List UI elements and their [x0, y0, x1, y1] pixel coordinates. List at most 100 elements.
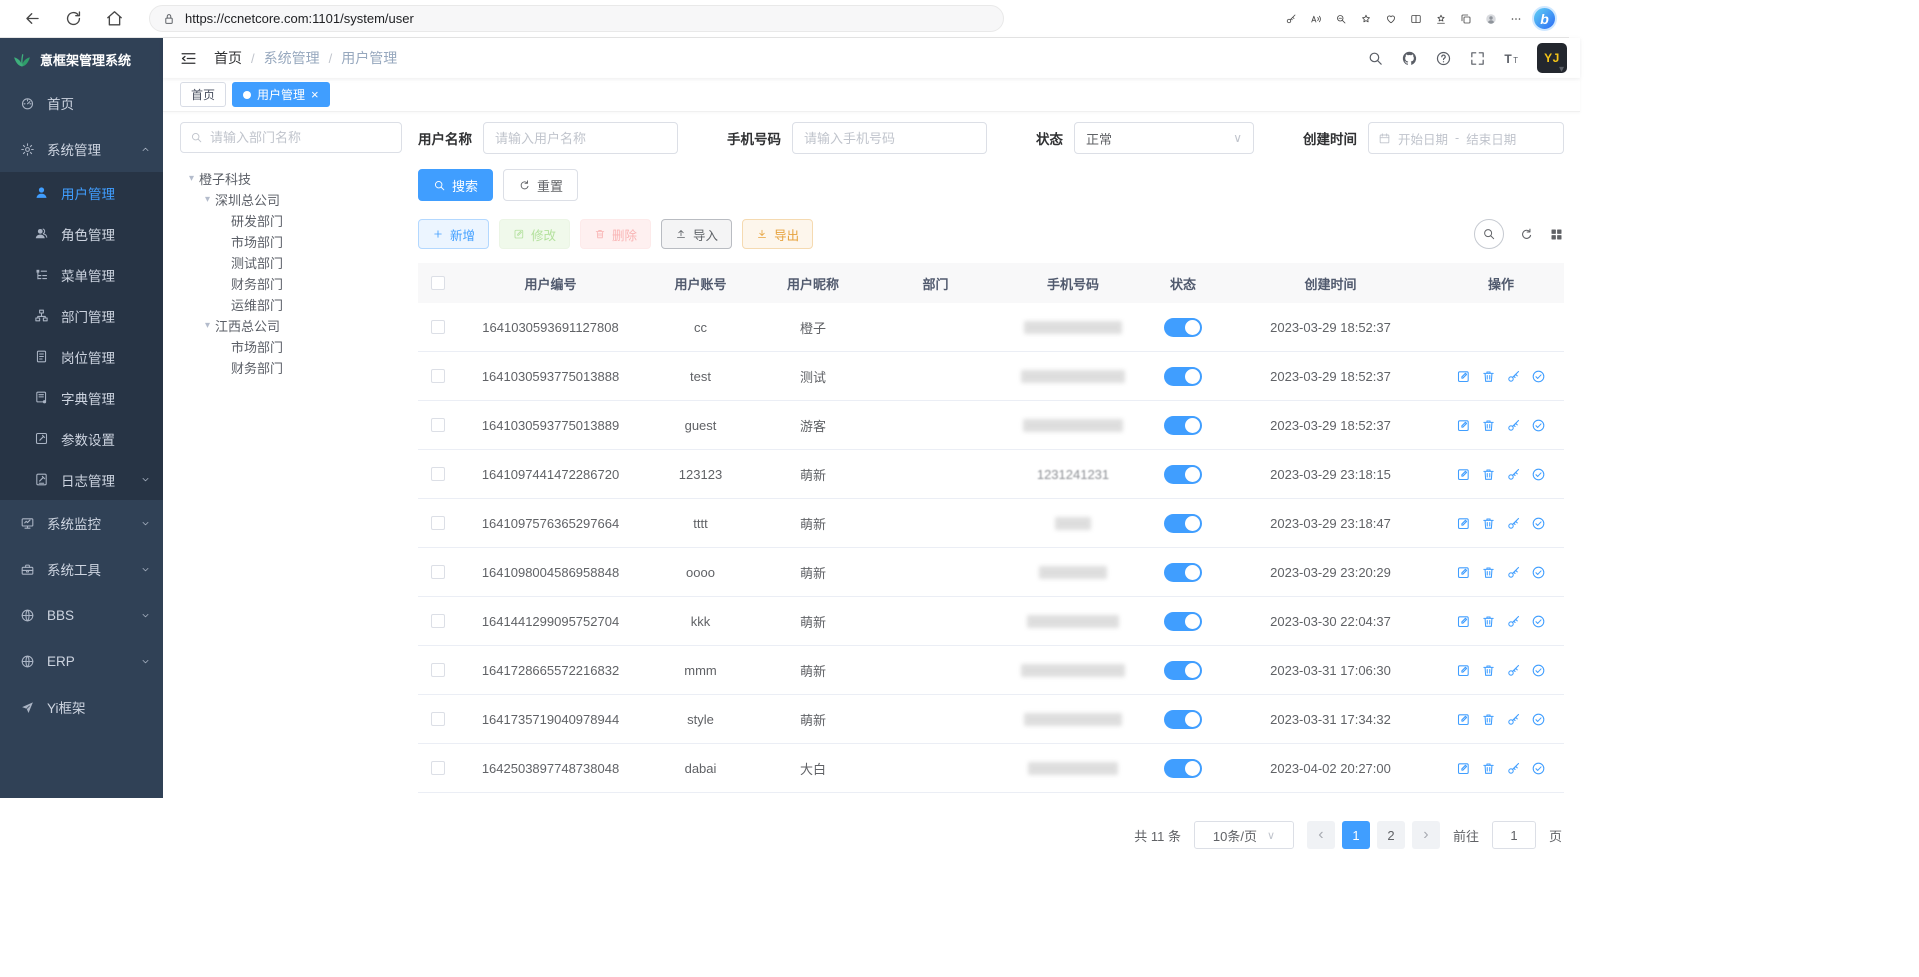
avatar-caret-icon[interactable]: ▾: [1559, 64, 1564, 78]
delete-action-icon[interactable]: [1481, 467, 1496, 482]
next-page-button[interactable]: ›: [1412, 821, 1440, 849]
breadcrumb-item[interactable]: 系统管理: [264, 48, 320, 68]
tree-node[interactable]: ▾橙子科技: [180, 168, 402, 189]
assign-role-action-icon[interactable]: [1531, 614, 1546, 629]
reset-password-action-icon[interactable]: [1506, 565, 1521, 580]
assign-role-action-icon[interactable]: [1531, 516, 1546, 531]
refresh-tool-icon[interactable]: [1519, 227, 1534, 242]
address-bar[interactable]: https://ccnetcore.com:1101/system/user: [149, 5, 1004, 32]
home-icon[interactable]: [105, 9, 124, 28]
edit-action-icon[interactable]: [1456, 467, 1471, 482]
status-toggle[interactable]: [1164, 612, 1202, 631]
status-toggle[interactable]: [1164, 465, 1202, 484]
edit-action-icon[interactable]: [1456, 369, 1471, 384]
search-button[interactable]: 搜索: [418, 169, 493, 201]
row-checkbox[interactable]: [431, 369, 445, 383]
phone-input[interactable]: [792, 122, 987, 154]
tab-user-management[interactable]: 用户管理 ×: [232, 82, 330, 107]
favorite-add-icon[interactable]: [1357, 10, 1375, 28]
breadcrumb-item[interactable]: 首页: [214, 48, 242, 68]
edit-button[interactable]: 修改: [499, 219, 570, 249]
row-checkbox[interactable]: [431, 320, 445, 334]
delete-action-icon[interactable]: [1481, 663, 1496, 678]
export-button[interactable]: 导出: [742, 219, 813, 249]
grid-tool-icon[interactable]: [1549, 227, 1564, 242]
tree-node[interactable]: ▾测试部门: [180, 252, 402, 273]
reset-password-action-icon[interactable]: [1506, 712, 1521, 727]
sidebar-item-yiframe[interactable]: Yi框架: [0, 684, 163, 730]
assign-role-action-icon[interactable]: [1531, 712, 1546, 727]
row-checkbox[interactable]: [431, 614, 445, 628]
add-button[interactable]: 新增: [418, 219, 489, 249]
edit-action-icon[interactable]: [1456, 418, 1471, 433]
import-button[interactable]: 导入: [661, 219, 732, 249]
collections-icon[interactable]: [1457, 10, 1475, 28]
reset-password-action-icon[interactable]: [1506, 418, 1521, 433]
reset-password-action-icon[interactable]: [1506, 516, 1521, 531]
sidebar-item-home[interactable]: 首页: [0, 80, 163, 126]
assign-role-action-icon[interactable]: [1531, 467, 1546, 482]
tree-node[interactable]: ▾运维部门: [180, 294, 402, 315]
prev-page-button[interactable]: ‹: [1307, 821, 1335, 849]
row-checkbox[interactable]: [431, 565, 445, 579]
assign-role-action-icon[interactable]: [1531, 663, 1546, 678]
status-toggle[interactable]: [1164, 759, 1202, 778]
status-toggle[interactable]: [1164, 514, 1202, 533]
page-button-1[interactable]: 1: [1342, 821, 1370, 849]
date-range-picker[interactable]: 开始日期 - 结束日期: [1368, 122, 1564, 154]
edit-action-icon[interactable]: [1456, 663, 1471, 678]
back-icon[interactable]: [23, 9, 42, 28]
tree-node[interactable]: ▾江西总公司: [180, 315, 402, 336]
tree-node[interactable]: ▾财务部门: [180, 357, 402, 378]
question-icon[interactable]: [1435, 50, 1452, 67]
tree-node[interactable]: ▾市场部门: [180, 231, 402, 252]
search-icon[interactable]: [1367, 50, 1384, 67]
profile-icon[interactable]: [1482, 10, 1500, 28]
copilot-icon[interactable]: b: [1532, 6, 1557, 31]
edit-action-icon[interactable]: [1456, 516, 1471, 531]
sidebar-item-bbs[interactable]: BBS: [0, 592, 163, 638]
sidebar-item-tools[interactable]: 系统工具: [0, 546, 163, 592]
assign-role-action-icon[interactable]: [1531, 418, 1546, 433]
sidebar-item-param[interactable]: 参数设置: [0, 418, 163, 459]
breadcrumb-item[interactable]: 用户管理: [341, 48, 397, 68]
delete-action-icon[interactable]: [1481, 369, 1496, 384]
reset-password-action-icon[interactable]: [1506, 663, 1521, 678]
page-button-2[interactable]: 2: [1377, 821, 1405, 849]
delete-action-icon[interactable]: [1481, 761, 1496, 776]
more-icon[interactable]: [1507, 10, 1525, 28]
tree-node[interactable]: ▾研发部门: [180, 210, 402, 231]
department-search[interactable]: [180, 122, 402, 153]
delete-action-icon[interactable]: [1481, 516, 1496, 531]
key-icon[interactable]: [1282, 10, 1300, 28]
sidebar-item-dict[interactable]: 字典管理: [0, 377, 163, 418]
row-checkbox[interactable]: [431, 467, 445, 481]
delete-action-icon[interactable]: [1481, 614, 1496, 629]
reload-icon[interactable]: [64, 9, 83, 28]
tree-node[interactable]: ▾市场部门: [180, 336, 402, 357]
github-icon[interactable]: [1401, 50, 1418, 67]
status-toggle[interactable]: [1164, 563, 1202, 582]
status-toggle[interactable]: [1164, 367, 1202, 386]
sidebar-item-log[interactable]: 日志管理: [0, 459, 163, 500]
zoom-out-icon[interactable]: [1332, 10, 1350, 28]
sidebar-item-erp[interactable]: ERP: [0, 638, 163, 684]
sidebar-item-dept[interactable]: 部门管理: [0, 295, 163, 336]
goto-page-input[interactable]: [1492, 821, 1536, 849]
reset-password-action-icon[interactable]: [1506, 369, 1521, 384]
status-toggle[interactable]: [1164, 318, 1202, 337]
assign-role-action-icon[interactable]: [1531, 369, 1546, 384]
sidebar-item-menu[interactable]: 菜单管理: [0, 254, 163, 295]
delete-action-icon[interactable]: [1481, 565, 1496, 580]
fullscreen-icon[interactable]: [1469, 50, 1486, 67]
tab-home[interactable]: 首页: [180, 82, 226, 107]
sidebar-item-system[interactable]: 系统管理: [0, 126, 163, 172]
reset-password-action-icon[interactable]: [1506, 761, 1521, 776]
reset-password-action-icon[interactable]: [1506, 467, 1521, 482]
tab-close-icon[interactable]: ×: [311, 88, 319, 101]
page-size-select[interactable]: 10条/页 ∨: [1194, 821, 1294, 849]
tree-node[interactable]: ▾财务部门: [180, 273, 402, 294]
row-checkbox[interactable]: [431, 418, 445, 432]
status-toggle[interactable]: [1164, 710, 1202, 729]
caret-down-icon[interactable]: ▾: [200, 194, 215, 205]
